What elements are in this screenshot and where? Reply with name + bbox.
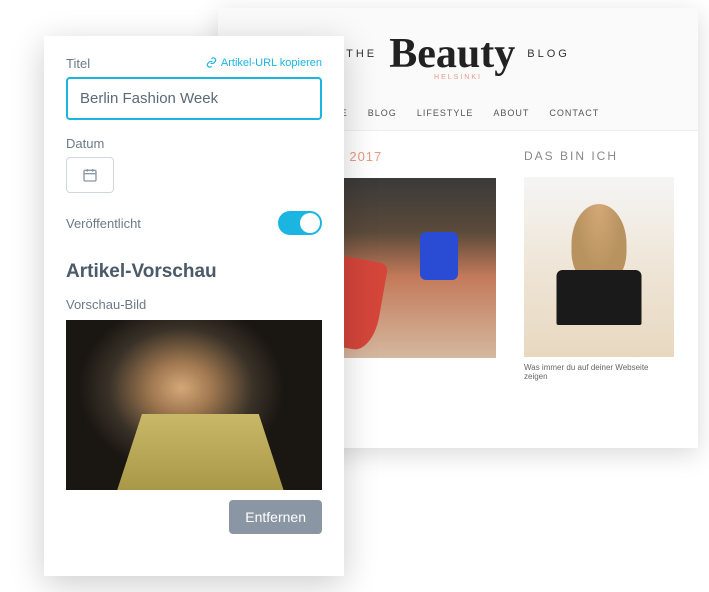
logo-blog: BLOG — [527, 48, 570, 60]
copy-url-link[interactable]: Artikel-URL kopieren — [206, 57, 322, 69]
remove-row: Entfernen — [66, 500, 322, 534]
nav-blog[interactable]: BLOG — [368, 108, 397, 118]
nav-lifestyle[interactable]: LIFESTYLE — [417, 108, 474, 118]
preview-section-title: Artikel-Vorschau — [66, 261, 322, 283]
nav-about[interactable]: ABOUT — [493, 108, 529, 118]
nav-contact[interactable]: CONTACT — [549, 108, 599, 118]
published-row: Veröffentlicht — [66, 211, 322, 235]
sidebar-title: DAS BIN ICH — [524, 149, 674, 163]
remove-button[interactable]: Entfernen — [229, 500, 322, 534]
date-input[interactable] — [66, 157, 114, 193]
logo-beauty: Beauty — [389, 30, 515, 78]
blog-sidebar: DAS BIN ICH Was immer du auf deiner Webs… — [524, 149, 674, 381]
blog-logo: THE Beauty BLOG HELSINKI — [346, 30, 570, 81]
title-row: Titel Artikel-URL kopieren — [66, 56, 322, 71]
copy-url-label: Artikel-URL kopieren — [221, 57, 322, 69]
preview-image-label: Vorschau-Bild — [66, 297, 322, 312]
link-icon — [206, 57, 217, 68]
sidebar-caption: Was immer du auf deiner Webseite zeigen — [524, 363, 674, 381]
published-label: Veröffentlicht — [66, 216, 141, 231]
editor-panel: Titel Artikel-URL kopieren Datum Veröffe… — [44, 36, 344, 576]
title-label: Titel — [66, 56, 90, 71]
published-toggle[interactable] — [278, 211, 322, 235]
title-input[interactable] — [66, 77, 322, 120]
calendar-icon — [82, 167, 98, 183]
logo-the: THE — [346, 48, 377, 60]
preview-image[interactable] — [66, 320, 322, 490]
date-label: Datum — [66, 136, 322, 151]
sidebar-image — [524, 177, 674, 357]
